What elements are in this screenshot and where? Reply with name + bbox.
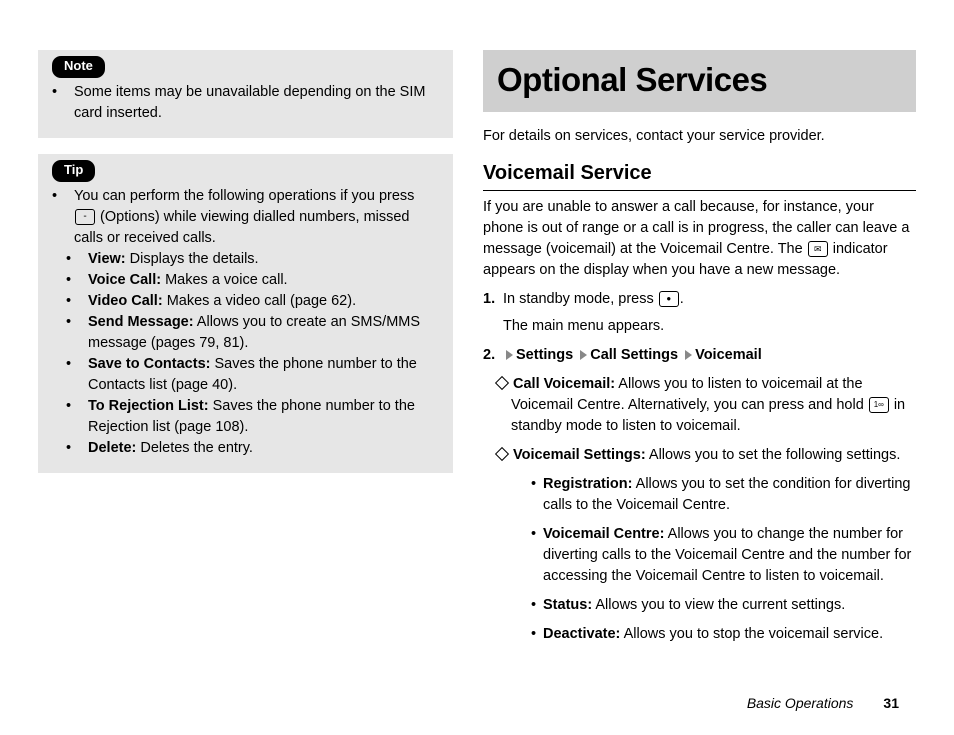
path-settings: Settings bbox=[516, 347, 573, 363]
st-text: Allows you to view the current settings. bbox=[592, 597, 845, 613]
arrow-icon bbox=[506, 350, 513, 360]
op-voice-t: Makes a voice call. bbox=[161, 272, 288, 288]
op-view-t: Displays the details. bbox=[126, 251, 259, 267]
reg-label: Registration: bbox=[543, 476, 632, 492]
center-key-icon bbox=[659, 291, 679, 307]
op-del-l: Delete: bbox=[88, 440, 136, 456]
left-column: Note Some items may be unavailable depen… bbox=[38, 50, 453, 715]
step-1-c: The main menu appears. bbox=[503, 316, 916, 337]
op-rejection: To Rejection List: Saves the phone numbe… bbox=[66, 396, 439, 438]
path-call-settings: Call Settings bbox=[590, 347, 678, 363]
op-video-t: Makes a video call (page 62). bbox=[163, 293, 356, 309]
footer-section: Basic Operations bbox=[747, 695, 854, 711]
op-save-l: Save to Contacts: bbox=[88, 356, 210, 372]
op-view-l: View: bbox=[88, 251, 126, 267]
page-footer: Basic Operations 31 bbox=[747, 695, 899, 711]
op-voice-l: Voice Call: bbox=[88, 272, 161, 288]
de-text: Allows you to stop the voicemail service… bbox=[620, 626, 883, 642]
op-del-t: Deletes the entry. bbox=[136, 440, 253, 456]
section-banner: Optional Services bbox=[483, 50, 916, 112]
op-voice: Voice Call: Makes a voice call. bbox=[66, 270, 439, 291]
arrow-icon bbox=[580, 350, 587, 360]
step-2-path: Settings Call Settings Voicemail bbox=[503, 345, 916, 366]
vs-label: Voicemail Settings: bbox=[513, 447, 646, 463]
footer-page-number: 31 bbox=[883, 695, 899, 711]
op-send: Send Message: Allows you to create an SM… bbox=[66, 312, 439, 354]
item-status: Status: Allows you to view the current s… bbox=[531, 595, 916, 616]
tip-intro-b: (Options) while viewing dialled numbers,… bbox=[74, 209, 410, 246]
options-key-icon bbox=[75, 209, 95, 225]
de-label: Deactivate: bbox=[543, 626, 620, 642]
op-rej-l: To Rejection List: bbox=[88, 398, 209, 414]
op-send-l: Send Message: bbox=[88, 314, 194, 330]
step-2-num: 2. bbox=[483, 345, 503, 366]
item-voicemail-centre: Voicemail Centre: Allows you to change t… bbox=[531, 524, 916, 587]
key-1-icon bbox=[869, 397, 889, 413]
tip-box: Tip You can perform the following operat… bbox=[38, 154, 453, 473]
vc-label: Voicemail Centre: bbox=[543, 526, 664, 542]
tip-intro: You can perform the following operations… bbox=[52, 186, 439, 249]
subsection-heading: Voicemail Service bbox=[483, 159, 916, 191]
op-delete: Delete: Deletes the entry. bbox=[66, 438, 439, 459]
right-column: Optional Services For details on service… bbox=[483, 50, 916, 715]
path-voicemail: Voicemail bbox=[695, 347, 762, 363]
vs-text: Allows you to set the following settings… bbox=[646, 447, 901, 463]
op-video: Video Call: Makes a video call (page 62)… bbox=[66, 291, 439, 312]
arrow-icon bbox=[685, 350, 692, 360]
cv-label: Call Voicemail: bbox=[513, 376, 615, 392]
note-label: Note bbox=[52, 56, 105, 78]
tip-intro-a: You can perform the following operations… bbox=[74, 188, 414, 204]
op-save: Save to Contacts: Saves the phone number… bbox=[66, 354, 439, 396]
note-box: Note Some items may be unavailable depen… bbox=[38, 50, 453, 138]
voicemail-indicator-icon bbox=[808, 241, 828, 257]
item-deactivate: Deactivate: Allows you to stop the voice… bbox=[531, 624, 916, 645]
note-item: Some items may be unavailable depending … bbox=[52, 82, 439, 124]
step-1-b: . bbox=[680, 291, 684, 307]
intro-text: For details on services, contact your se… bbox=[483, 126, 916, 147]
tip-label: Tip bbox=[52, 160, 95, 182]
step-1-num: 1. bbox=[483, 289, 503, 337]
diamond-icon bbox=[495, 447, 509, 461]
voicemail-desc: If you are unable to answer a call becau… bbox=[483, 197, 916, 281]
item-registration: Registration: Allows you to set the cond… bbox=[531, 474, 916, 516]
note-text: Some items may be unavailable depending … bbox=[74, 82, 439, 124]
op-view: View: Displays the details. bbox=[66, 249, 439, 270]
step-1: 1. In standby mode, press . The main men… bbox=[483, 289, 916, 337]
op-video-l: Video Call: bbox=[88, 293, 163, 309]
step-1-a: In standby mode, press bbox=[503, 291, 658, 307]
item-call-voicemail: Call Voicemail: Allows you to listen to … bbox=[511, 374, 916, 437]
step-2: 2. Settings Call Settings Voicemail bbox=[483, 345, 916, 366]
diamond-icon bbox=[495, 376, 509, 390]
item-voicemail-settings: Voicemail Settings: Allows you to set th… bbox=[511, 445, 916, 466]
st-label: Status: bbox=[543, 597, 592, 613]
